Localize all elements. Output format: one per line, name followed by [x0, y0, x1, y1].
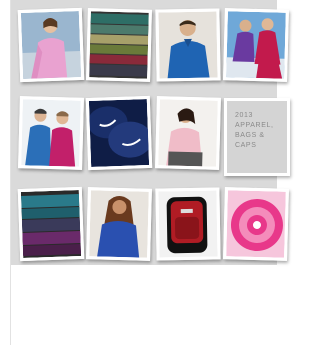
- photo-navy-caps: [85, 95, 153, 171]
- photo-dark-polos-stack: [17, 186, 85, 262]
- photo-blue-tee-woman: [86, 187, 152, 261]
- title-year: 2013: [235, 112, 253, 119]
- photo-pink-shirt-woman: [155, 96, 221, 170]
- title-apparel: APPAREL,: [235, 122, 274, 129]
- photo-grid: 2013 APPAREL, BAGS & CAPS: [11, 0, 290, 265]
- title-bags: BAGS &: [235, 132, 265, 139]
- catalog-cover: 2013 APPAREL, BAGS & CAPS: [10, 0, 290, 345]
- photo-blue-polo-man: [155, 8, 221, 82]
- catalog-title-tile: 2013 APPAREL, BAGS & CAPS: [224, 98, 290, 176]
- photo-pink-polo-woman: [17, 7, 85, 83]
- cover-blank-area: [11, 265, 277, 345]
- photo-folded-shirts: [86, 8, 152, 82]
- catalog-title: 2013 APPAREL, BAGS & CAPS: [235, 111, 287, 151]
- photo-red-backpack: [155, 187, 221, 261]
- photo-jacket-couple: [18, 96, 84, 170]
- photo-red-jackets-group: [223, 8, 289, 82]
- title-caps: CAPS: [235, 142, 257, 149]
- photo-tie-dye-shirt: [223, 187, 289, 261]
